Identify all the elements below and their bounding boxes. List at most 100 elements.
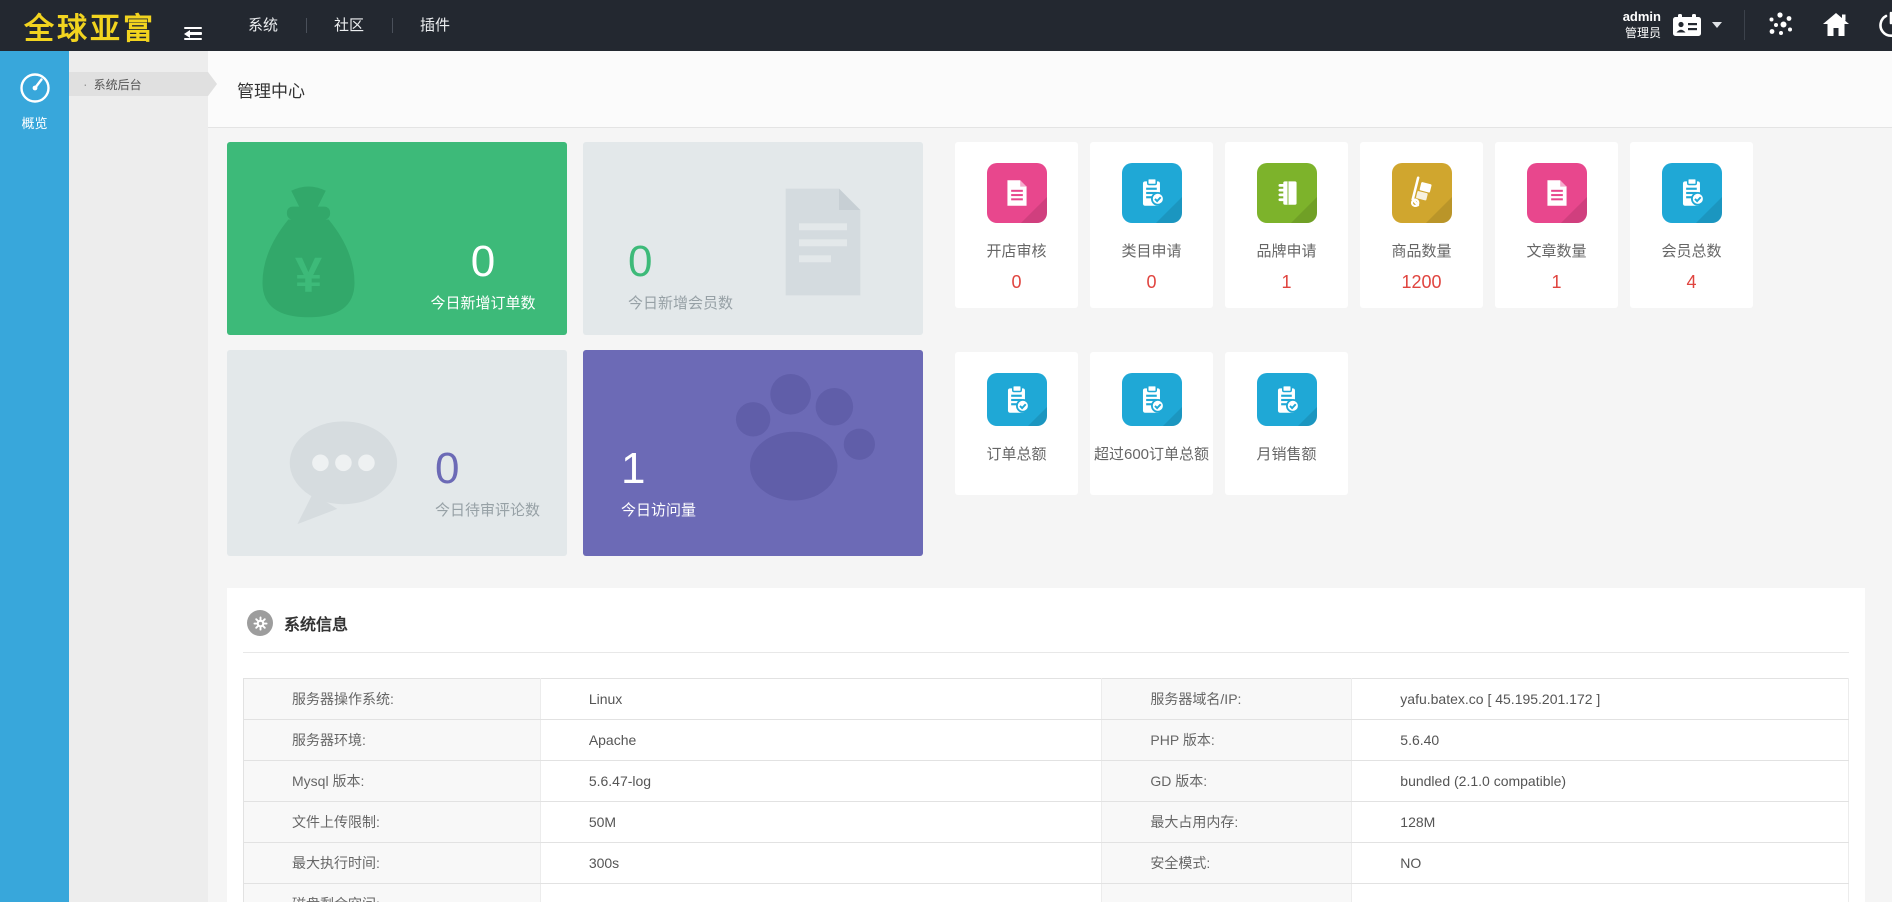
nav-item-system[interactable]: 系统: [220, 0, 306, 51]
info-label: [1101, 883, 1353, 902]
shortcut-card-order-total[interactable]: 订单总额: [955, 352, 1078, 495]
stat-value: 0: [470, 236, 496, 286]
shortcut-label: 文章数量: [1526, 243, 1587, 260]
info-label: 服务器环境:: [243, 719, 541, 761]
nav-item-plugins[interactable]: 插件: [392, 0, 478, 51]
shortcut-card-member-total[interactable]: 会员总数 4: [1630, 142, 1753, 308]
table-row: Mysql 版本: 5.6.47-log GD 版本: bundled (2.1…: [243, 760, 1849, 802]
sidebar: 概览: [0, 51, 69, 902]
chevron-down-icon[interactable]: [1712, 22, 1722, 33]
sidebar-item-overview[interactable]: 概览: [0, 51, 69, 132]
panel-header: 系统信息: [243, 610, 1849, 653]
gear-icon: [247, 610, 273, 636]
info-label: 最大执行时间:: [243, 842, 541, 884]
info-label: 服务器操作系统:: [243, 678, 541, 720]
info-value: [540, 883, 1103, 902]
shortcut-card-brand-apply[interactable]: 品牌申请 1: [1225, 142, 1348, 308]
info-label: Mysql 版本:: [243, 760, 541, 802]
id-card-icon[interactable]: [1671, 12, 1703, 38]
table-row: 文件上传限制: 50M 最大占用内存: 128M: [243, 801, 1849, 843]
info-value: [1351, 883, 1849, 902]
clipboard-check-icon: [1121, 373, 1182, 426]
page-body: 概览 · 系统后台 管理中心 ¥ 0 今日新增订单数 0 今日新增会员数 0 今…: [0, 51, 1892, 902]
submenu-panel: · 系统后台: [69, 51, 208, 902]
home-icon[interactable]: [1821, 11, 1851, 39]
notebook-icon: [1256, 163, 1317, 223]
shortcut-value: 1200: [1401, 272, 1442, 292]
system-info-panel: 系统信息 服务器操作系统: Linux 服务器域名/IP: yafu.batex…: [227, 588, 1865, 902]
stat-tile-new-members: 0 今日新增会员数: [583, 142, 923, 335]
shortcut-label: 品牌申请: [1256, 243, 1317, 260]
stat-tile-new-orders: ¥ 0 今日新增订单数: [227, 142, 567, 335]
admin-dashboard-page: 全球亚富 系统 社区 插件 admin 管理员 概览 · 系统后台 管理中心 ¥…: [0, 0, 1892, 902]
info-label: PHP 版本:: [1101, 719, 1353, 761]
info-value: bundled (2.1.0 compatible): [1351, 760, 1849, 802]
main-content: 管理中心 ¥ 0 今日新增订单数 0 今日新增会员数 0 今日待审评论数 1 今…: [208, 51, 1892, 902]
user-info[interactable]: admin 管理员: [1623, 9, 1661, 41]
power-icon[interactable]: [1877, 11, 1892, 39]
shortcut-card-over600-order-total[interactable]: 超过600订单总额: [1090, 352, 1213, 495]
topbar-divider: [1744, 10, 1745, 41]
shortcut-card-goods-count[interactable]: 商品数量 1200: [1360, 142, 1483, 308]
svg-text:¥: ¥: [295, 248, 322, 302]
shortcut-label: 类目申请: [1121, 243, 1182, 260]
shortcut-value: 1: [1551, 272, 1562, 292]
info-label: GD 版本:: [1101, 760, 1353, 802]
shortcut-value: 0: [1011, 272, 1022, 292]
paw-icon: [735, 373, 875, 501]
stat-value: 0: [628, 236, 653, 286]
gauge-icon: [19, 73, 50, 103]
nav-item-community[interactable]: 社区: [306, 0, 392, 51]
document-icon: [785, 188, 861, 296]
table-row: 服务器操作系统: Linux 服务器域名/IP: yafu.batex.co […: [243, 678, 1849, 720]
sidebar-collapse-icon[interactable]: [180, 26, 202, 42]
submenu-item-system-backend[interactable]: · 系统后台: [69, 72, 208, 96]
shortcut-card-article-count[interactable]: 文章数量 1: [1495, 142, 1618, 308]
document-icon: [986, 163, 1047, 223]
user-role: 管理员: [1624, 26, 1661, 41]
info-label: 文件上传限制:: [243, 801, 541, 843]
stat-tile-today-visits: 1 今日访问量: [583, 350, 923, 556]
clipboard-check-icon: [986, 373, 1047, 426]
table-row: 磁盘剩余空间:: [243, 883, 1849, 902]
info-label: 服务器域名/IP:: [1101, 678, 1353, 720]
money-bag-icon: ¥: [262, 186, 355, 318]
panel-title: 系统信息: [284, 617, 349, 634]
info-label: 磁盘剩余空间:: [243, 883, 541, 902]
stat-label: 今日访问量: [621, 502, 697, 519]
info-value: Apache: [540, 719, 1103, 761]
shortcut-label: 订单总额: [986, 446, 1047, 463]
shortcut-cards: 开店审核 0 类目申请 0 品牌申请 1 商品数量 1200 文章数量 1 会员…: [955, 142, 1753, 556]
dashboard: ¥ 0 今日新增订单数 0 今日新增会员数 0 今日待审评论数 1 今日访问量 …: [208, 128, 1892, 902]
topbar: 全球亚富 系统 社区 插件 admin 管理员: [0, 0, 1892, 51]
comments-icon: [289, 421, 398, 525]
stat-value: 0: [435, 443, 460, 493]
brand-logo[interactable]: 全球亚富: [24, 4, 156, 48]
main-nav: 系统 社区 插件: [220, 0, 478, 51]
shortcut-label: 超过600订单总额: [1093, 446, 1210, 463]
user-name: admin: [1622, 9, 1661, 25]
system-info-table: 服务器操作系统: Linux 服务器域名/IP: yafu.batex.co […: [243, 678, 1849, 902]
clipboard-check-icon: [1661, 163, 1722, 223]
info-value: Linux: [540, 678, 1103, 720]
share-network-icon[interactable]: [1767, 11, 1795, 39]
shortcut-value: 1: [1281, 272, 1292, 292]
shortcut-label: 开店审核: [986, 243, 1047, 260]
page-title: 管理中心: [237, 81, 305, 101]
table-row: 服务器环境: Apache PHP 版本: 5.6.40: [243, 719, 1849, 761]
shortcut-card-monthly-sales[interactable]: 月销售额: [1225, 352, 1348, 495]
info-value: 5.6.40: [1351, 719, 1849, 761]
info-value: 300s: [540, 842, 1103, 884]
title-bar: 管理中心: [208, 51, 1892, 128]
stat-label: 今日新增会员数: [628, 295, 734, 312]
shortcut-label: 商品数量: [1391, 243, 1452, 260]
stat-label: 今日新增订单数: [430, 295, 536, 312]
stat-label: 今日待审评论数: [435, 502, 541, 519]
shortcut-card-shop-audit[interactable]: 开店审核 0: [955, 142, 1078, 308]
info-label: 最大占用内存:: [1101, 801, 1353, 843]
info-value: 50M: [540, 801, 1103, 843]
info-value: yafu.batex.co [ 45.195.201.172 ]: [1351, 678, 1849, 720]
shortcut-card-category-apply[interactable]: 类目申请 0: [1090, 142, 1213, 308]
sidebar-item-label: 概览: [21, 116, 48, 131]
table-row: 最大执行时间: 300s 安全模式: NO: [243, 842, 1849, 884]
